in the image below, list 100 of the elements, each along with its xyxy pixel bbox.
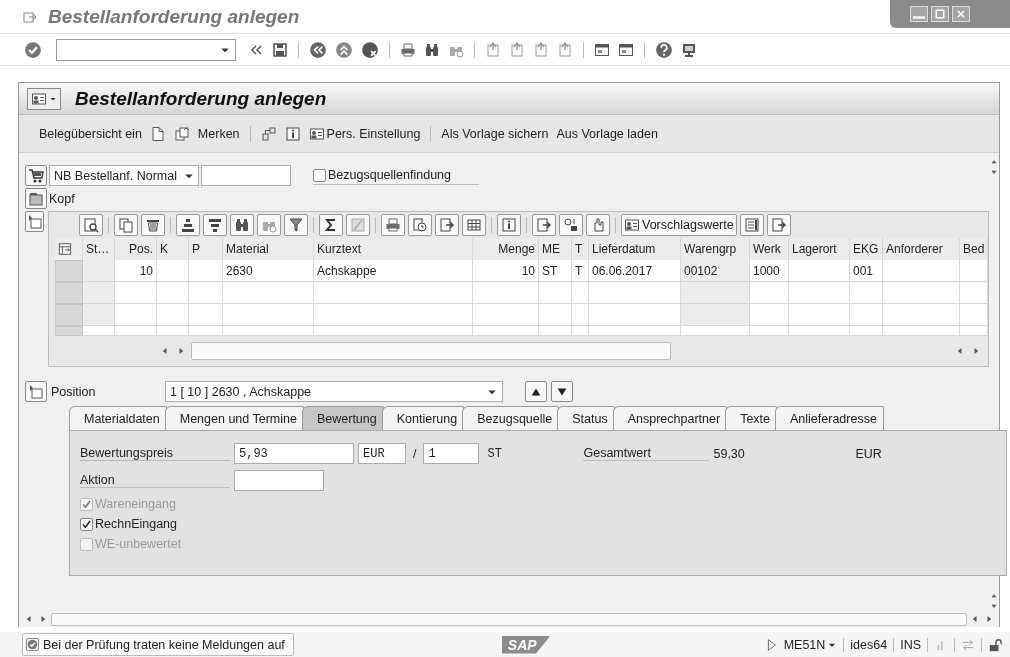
print-icon[interactable] <box>400 41 416 58</box>
checkbox[interactable] <box>80 517 93 531</box>
copy-out-button[interactable] <box>766 214 791 236</box>
copy-icon <box>118 217 134 233</box>
column-header[interactable]: Bed <box>960 238 988 260</box>
list-button[interactable] <box>739 214 764 236</box>
transfer-icon <box>536 217 552 233</box>
command-field[interactable] <box>56 38 236 61</box>
scrollbar[interactable] <box>191 342 671 360</box>
transfer-button[interactable] <box>532 214 556 236</box>
save-icon[interactable] <box>272 41 288 58</box>
position-toggle-button[interactable] <box>25 381 47 402</box>
toolbar-button[interactable]: Aus Vorlage laden <box>556 126 658 141</box>
column-header[interactable]: Material <box>223 238 314 260</box>
back-icon[interactable] <box>309 40 327 59</box>
check-mark-icon <box>27 639 38 650</box>
assign-button[interactable] <box>559 214 583 236</box>
table-cell <box>539 282 572 304</box>
next-item-button[interactable] <box>551 381 573 402</box>
default-values-button[interactable]: Vorschlagswerte <box>621 214 737 236</box>
print-button[interactable] <box>381 214 405 236</box>
column-header[interactable]: T <box>572 238 589 260</box>
new-document-icon[interactable] <box>149 125 166 142</box>
table-cell <box>572 282 589 304</box>
sort-descending-icon <box>207 217 223 233</box>
table-cell <box>189 282 223 304</box>
tab[interactable]: Anlieferadresse <box>775 406 884 430</box>
document-type-dropdown[interactable]: NB Bestellanf. Normal <box>49 165 199 186</box>
column-header[interactable]: P <box>189 238 223 260</box>
tab[interactable]: Ansprechpartner <box>612 406 728 430</box>
tab[interactable]: Materialdaten <box>69 406 167 430</box>
tab[interactable]: Bezugsquelle <box>462 406 560 430</box>
scrollbar[interactable] <box>51 612 967 626</box>
details-button[interactable] <box>79 214 103 236</box>
monitor-icon[interactable] <box>681 41 697 58</box>
column-header[interactable]: Kurztext <box>314 238 473 260</box>
transaction-dropdown[interactable]: ME51N <box>783 637 838 652</box>
export-button[interactable] <box>435 214 459 236</box>
items-toggle-button[interactable] <box>25 211 44 232</box>
up-icon[interactable] <box>335 40 353 59</box>
new-window-icon[interactable] <box>594 41 610 58</box>
previous-item-button[interactable] <box>525 381 547 402</box>
toolbar-button[interactable]: Pers. Einstellung <box>308 125 421 142</box>
column-header[interactable]: Pos. <box>115 238 157 260</box>
details-icon <box>83 217 99 233</box>
column-header[interactable]: EKG <box>850 238 883 260</box>
tab[interactable]: Kontierung <box>381 406 465 430</box>
filter-button[interactable] <box>284 214 308 236</box>
action-field[interactable] <box>234 470 324 491</box>
logo: SAP <box>501 635 551 654</box>
table-cell <box>681 282 750 304</box>
price-field[interactable]: 5,93 <box>234 443 354 464</box>
layout-button[interactable] <box>462 214 486 236</box>
header-toggle-button[interactable] <box>25 188 47 209</box>
find-icon[interactable] <box>424 41 440 58</box>
table-cell <box>157 304 189 326</box>
table-cell <box>750 282 789 304</box>
views-button[interactable] <box>408 214 432 236</box>
column-header[interactable]: Menge <box>473 238 539 260</box>
currency-field[interactable]: EUR <box>358 443 406 464</box>
sort-descending-button[interactable] <box>203 214 227 236</box>
cancel-icon[interactable] <box>361 40 379 59</box>
delete-button[interactable] <box>141 214 165 236</box>
tab[interactable]: Mengen und Termine <box>164 406 304 430</box>
info-button[interactable] <box>497 214 521 236</box>
column-header[interactable]: K <box>157 238 189 260</box>
column-header[interactable]: Lagerort <box>789 238 850 260</box>
table-cell <box>157 326 189 336</box>
table-cell <box>115 326 157 336</box>
lock-icon[interactable] <box>988 637 1002 652</box>
tab[interactable]: Bewertung <box>301 406 384 430</box>
sum-button[interactable] <box>319 214 343 236</box>
find-button[interactable] <box>230 214 254 236</box>
export-icon <box>439 217 455 233</box>
toolbar-button[interactable]: Als Vorlage sichern <box>441 126 549 141</box>
tab[interactable]: Status <box>557 406 615 430</box>
help-icon[interactable] <box>655 40 673 59</box>
price-unit-field[interactable]: 1 <box>423 443 480 464</box>
copy-document-icon[interactable] <box>173 125 190 142</box>
toolbar-button[interactable]: Belegübersicht ein <box>39 126 142 141</box>
toolbar-button[interactable]: Merken <box>197 126 240 141</box>
column-header[interactable]: ME <box>539 238 572 260</box>
info-icon[interactable] <box>284 125 301 142</box>
checkbox[interactable] <box>313 168 326 182</box>
column-header[interactable]: Lieferdatum <box>589 238 681 260</box>
check-icon[interactable] <box>24 40 42 59</box>
tab[interactable]: Texte <box>725 406 777 430</box>
column-header[interactable]: Warengrp <box>681 238 750 260</box>
position-dropdown[interactable]: 1 [ 10 ] 2630 , Achskappe <box>165 381 503 402</box>
menu-button[interactable] <box>27 87 61 110</box>
column-header[interactable]: Werk <box>750 238 789 260</box>
hierarchy-icon[interactable] <box>260 125 277 142</box>
sort-ascending-button[interactable] <box>176 214 200 236</box>
cart-button[interactable] <box>25 165 47 186</box>
column-header[interactable]: St… <box>83 238 115 260</box>
input-mode: INS <box>900 637 921 652</box>
column-header[interactable]: Anforderer <box>883 238 960 260</box>
table-cell: Achskappe <box>314 260 473 282</box>
table-settings-icon[interactable] <box>58 242 72 256</box>
number-field[interactable] <box>201 165 291 186</box>
